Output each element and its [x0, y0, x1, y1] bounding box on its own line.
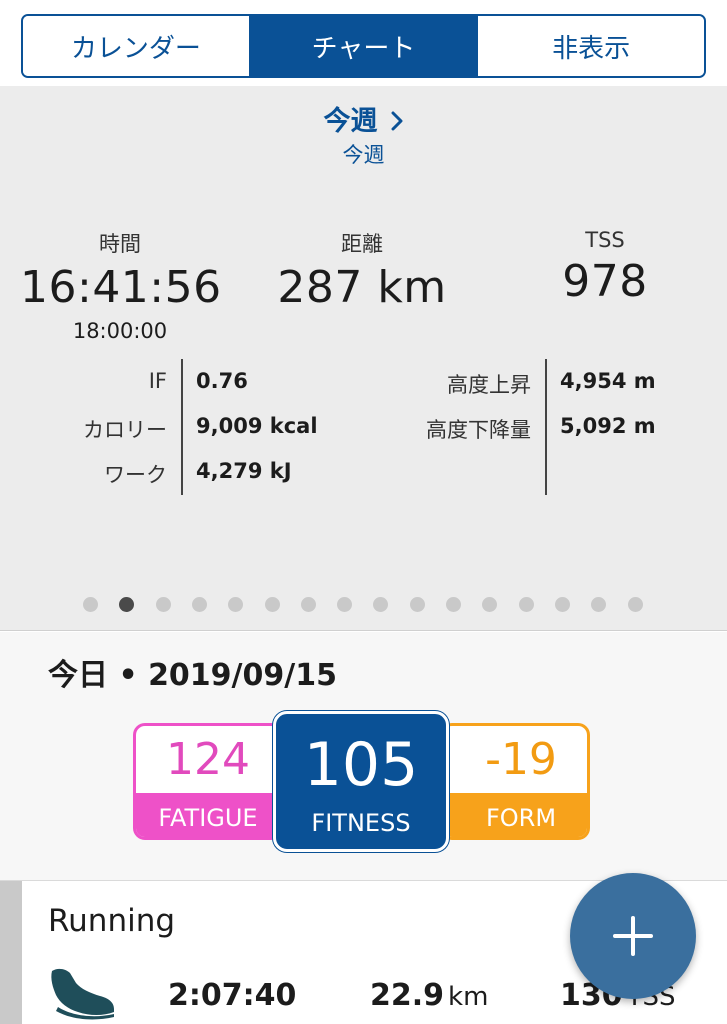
chevron-right-icon — [390, 106, 404, 137]
elevation-gain-label: 高度上昇 — [447, 373, 531, 397]
tss-value: 978 — [562, 256, 648, 307]
if-label: IF — [148, 369, 167, 393]
page-dot[interactable] — [264, 597, 280, 612]
distance-metric: 距離 287 km — [262, 228, 462, 313]
work-value: 4,279 kJ — [196, 459, 292, 483]
fitness-label: FITNESS — [311, 809, 411, 837]
page-dot[interactable] — [409, 597, 425, 612]
page-dot[interactable] — [300, 597, 316, 612]
divider-right — [545, 359, 547, 495]
page-dot[interactable] — [446, 597, 461, 612]
page-dot[interactable] — [627, 597, 643, 612]
calories-label: カロリー — [83, 418, 167, 442]
distance-label: 距離 — [341, 232, 383, 256]
time-metric: 時間 16:41:56 18:00:00 — [20, 228, 222, 343]
fatigue-card[interactable]: 124 FATIGUE — [133, 723, 283, 840]
page-indicator[interactable] — [0, 597, 727, 617]
add-button[interactable] — [570, 873, 696, 999]
period-selector[interactable]: 今週 — [0, 99, 727, 138]
tab-hidden[interactable]: 非表示 — [476, 16, 704, 76]
running-shoe-icon — [48, 965, 118, 1021]
tab-calendar[interactable]: カレンダー — [23, 16, 249, 76]
tab-chart[interactable]: チャート — [248, 16, 477, 76]
activity-distance-value: 22.9 — [370, 978, 445, 1013]
calories-value: 9,009 kcal — [196, 414, 318, 438]
form-value: -19 — [485, 734, 557, 785]
form-card[interactable]: -19 FORM — [440, 723, 590, 840]
elevation-gain-value: 4,954 m — [560, 369, 656, 393]
fatigue-value: 124 — [166, 734, 250, 785]
page-dot[interactable] — [228, 597, 244, 612]
time-label: 時間 — [99, 232, 141, 256]
activity-title: Running — [48, 903, 176, 939]
time-planned: 18:00:00 — [72, 319, 168, 343]
elevation-loss-label: 高度下降量 — [426, 418, 531, 442]
page-dot[interactable] — [191, 597, 207, 612]
tss-label: TSS — [585, 228, 625, 252]
today-date: 今日 • 2019/09/15 — [48, 658, 337, 693]
page-dot[interactable] — [554, 597, 570, 612]
activity-distance: 22.9 km — [370, 978, 488, 1013]
plus-icon — [613, 916, 653, 956]
page-dot[interactable] — [119, 597, 135, 612]
fatigue-label: FATIGUE — [136, 793, 280, 837]
tss-metric: TSS 978 — [505, 228, 705, 307]
view-switcher: カレンダー チャート 非表示 — [21, 14, 706, 78]
page-dot[interactable] — [482, 597, 498, 612]
period-title: 今週 — [323, 106, 378, 137]
page-dot[interactable] — [518, 597, 534, 612]
fitness-card[interactable]: 105 FITNESS — [273, 711, 449, 852]
fitness-value: 105 — [303, 730, 419, 800]
page-dot[interactable] — [373, 597, 389, 612]
page-dot[interactable] — [337, 597, 353, 612]
page-dot[interactable] — [155, 597, 171, 612]
activity-status-stripe — [0, 881, 22, 1024]
activity-duration: 2:07:40 — [168, 978, 297, 1013]
page-dot[interactable] — [591, 597, 607, 612]
page-dot[interactable] — [83, 597, 98, 612]
time-value: 16:41:56 — [20, 262, 222, 313]
if-value: 0.76 — [196, 369, 248, 393]
period-subtitle: 今週 — [342, 143, 385, 167]
view-switcher-bar: カレンダー チャート 非表示 — [0, 0, 727, 86]
today-section: 今日 • 2019/09/15 124 FATIGUE -19 FORM 105… — [0, 632, 727, 880]
work-label: ワーク — [104, 463, 167, 487]
elevation-loss-value: 5,092 m — [560, 414, 656, 438]
divider-left — [181, 359, 183, 495]
form-label: FORM — [443, 793, 587, 837]
activity-distance-unit: km — [448, 982, 489, 1012]
distance-value: 287 km — [277, 262, 447, 313]
weekly-summary-panel[interactable]: 今週 今週 時間 16:41:56 18:00:00 距離 287 km TSS… — [0, 86, 727, 631]
